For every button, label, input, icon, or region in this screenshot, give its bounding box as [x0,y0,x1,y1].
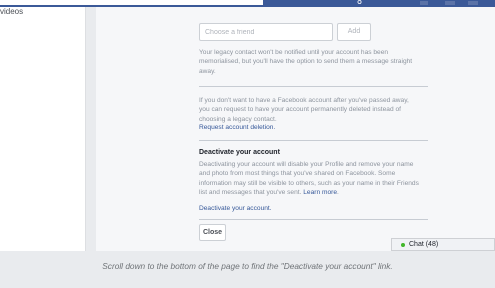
online-status-icon [401,243,405,247]
divider [199,86,428,87]
choose-friend-input[interactable] [199,23,333,41]
notice-line-2: memorialised, but you'll have the option… [199,58,413,66]
messages-icon[interactable] [445,1,455,5]
settings-panel [96,7,495,251]
chat-label: Chat (48) [409,241,439,248]
deactivate-line-4: list and messages that you've sent. [199,188,304,196]
deactivate-line-1: Deactivating your account will disable y… [199,161,414,168]
divider [199,219,428,220]
chat-bar[interactable]: Chat (48) [391,238,495,251]
deactivate-line-3: information may still be visible to othe… [199,179,419,187]
deletion-description: If you don't want to have a Facebook acc… [199,96,427,124]
search-icon[interactable] [357,0,363,5]
deletion-line-1: If you don't want to have a Facebook acc… [199,97,409,104]
instruction-caption: Scroll down to the bottom of the page to… [102,261,393,271]
legacy-contact-notice: Your legacy contact won't be notified un… [199,48,427,76]
deactivate-account-link[interactable]: Deactivate your account. [199,204,272,213]
friends-icon[interactable] [420,1,428,5]
deactivate-description: Deactivating your account will disable y… [199,160,427,197]
notifications-icon[interactable] [468,1,478,5]
top-navigation-bar [0,0,495,7]
sidebar-divider [85,7,86,251]
add-button[interactable]: Add [337,23,371,41]
request-account-deletion-link[interactable]: Request account deletion. [199,123,275,132]
deletion-line-3: choosing a legacy contact. [199,115,277,123]
deletion-line-2: you can request to have your account per… [199,106,401,114]
divider [199,140,428,141]
close-button[interactable]: Close [199,224,226,241]
deactivate-section-title: Deactivate your account [199,149,280,156]
left-sidebar: videos [0,7,85,251]
sidebar-item-videos[interactable]: videos [0,7,23,16]
notice-line-1: Your legacy contact won't be notified un… [199,49,389,56]
learn-more-link[interactable]: Learn more [303,189,337,196]
notice-line-3: away. [199,67,216,75]
period: . [337,188,339,196]
search-bar[interactable] [0,0,263,5]
deactivate-line-2: and photo from most things that you've s… [199,170,396,178]
